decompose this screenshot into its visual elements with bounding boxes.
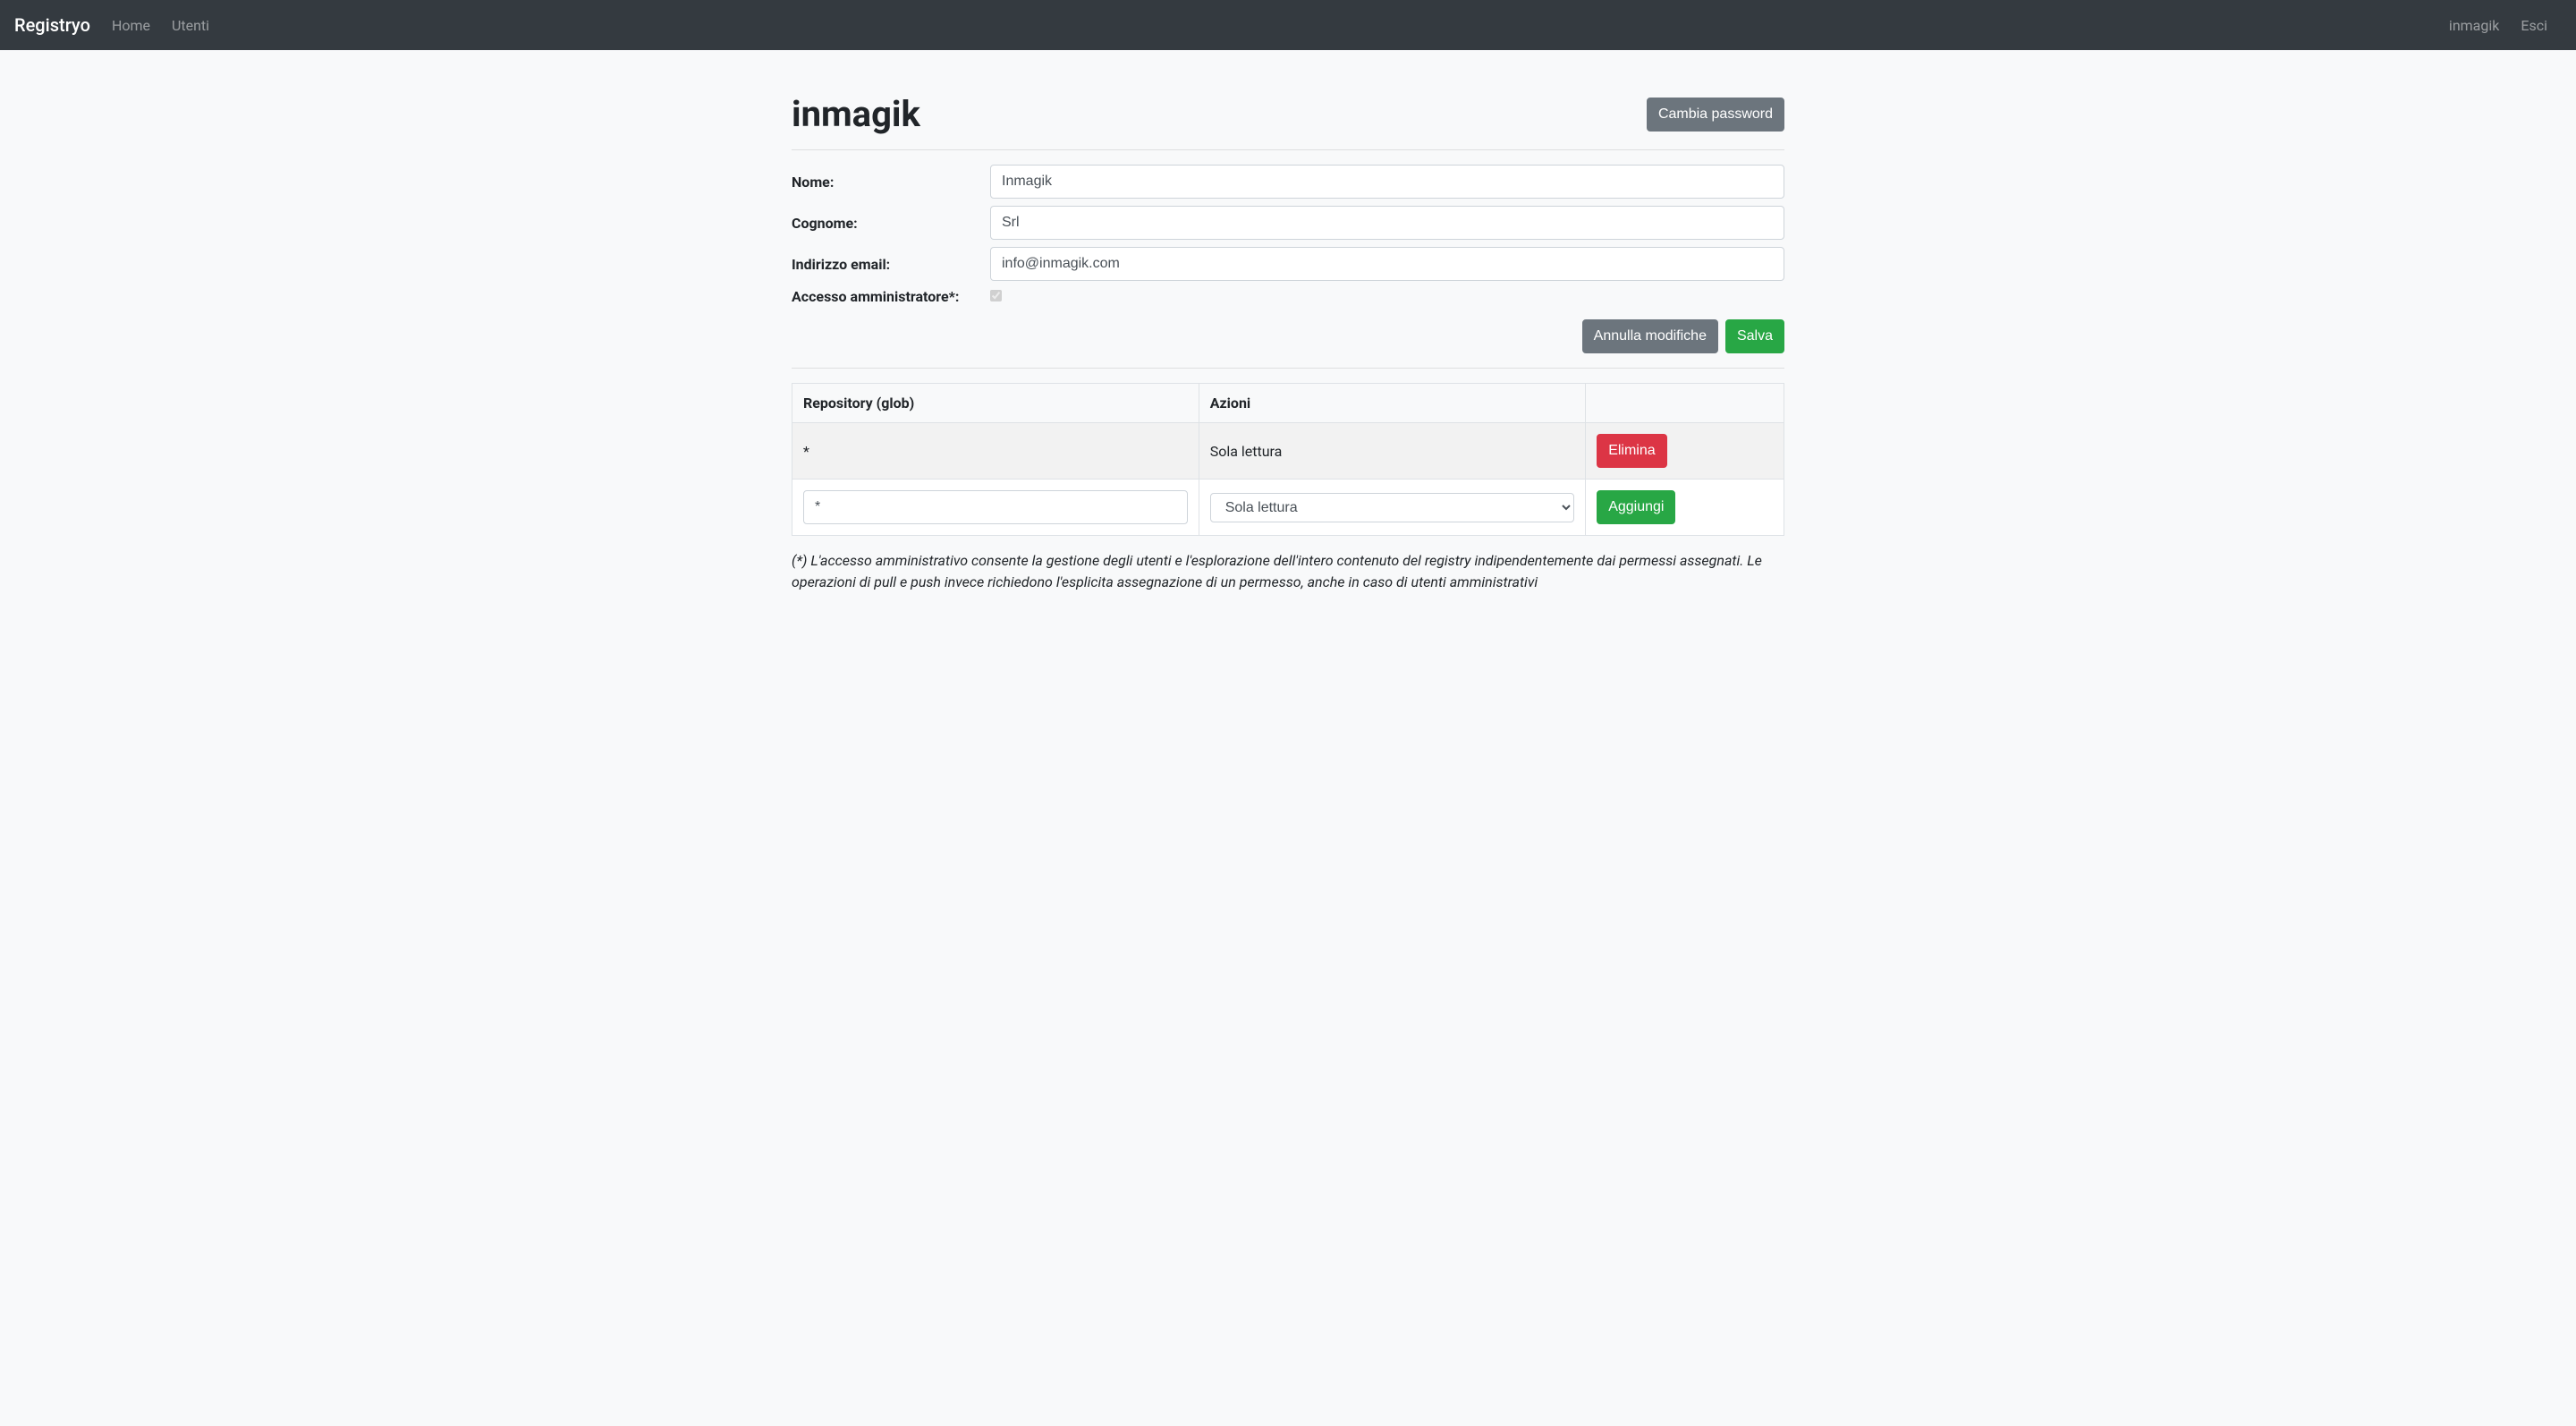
label-name: Nome: xyxy=(792,174,990,191)
label-email: Indirizzo email: xyxy=(792,256,990,273)
cell-action: Sola lettura xyxy=(1199,423,1586,480)
nav-link-home[interactable]: Home xyxy=(105,10,157,41)
change-password-button[interactable]: Cambia password xyxy=(1647,98,1784,132)
form-group-email: Indirizzo email: xyxy=(792,247,1784,281)
form-group-surname: Cognome: xyxy=(792,206,1784,240)
table-header-empty xyxy=(1586,384,1784,423)
table-header-repository: Repository (glob) xyxy=(792,384,1199,423)
divider-top xyxy=(792,149,1784,150)
divider-mid xyxy=(792,368,1784,369)
input-email[interactable] xyxy=(990,247,1784,281)
main-container: inmagik Cambia password Nome: Cognome: I… xyxy=(778,50,1798,593)
checkbox-admin xyxy=(990,290,1002,301)
cell-repository: * xyxy=(792,423,1199,480)
delete-button[interactable]: Elimina xyxy=(1597,434,1666,468)
navbar-brand[interactable]: Registryo xyxy=(14,14,90,36)
form-group-name: Nome: xyxy=(792,165,1784,199)
nav-link-users[interactable]: Utenti xyxy=(165,10,216,41)
label-admin: Accesso amministratore*: xyxy=(792,288,990,305)
form-button-row: Annulla modifiche Salva xyxy=(792,319,1784,353)
header-row: inmagik Cambia password xyxy=(792,93,1784,135)
input-surname[interactable] xyxy=(990,206,1784,240)
footnote: (*) L'accesso amministrativo consente la… xyxy=(792,550,1784,593)
input-new-repository[interactable] xyxy=(803,490,1188,524)
navbar-left: Registryo Home Utenti xyxy=(14,10,224,41)
permissions-table: Repository (glob) Azioni * Sola lettura … xyxy=(792,383,1784,536)
cell-new-action: Sola lettura xyxy=(1199,480,1586,536)
table-new-row: Sola lettura Aggiungi xyxy=(792,480,1784,536)
input-name[interactable] xyxy=(990,165,1784,199)
cancel-button[interactable]: Annulla modifiche xyxy=(1582,319,1718,353)
nav-logout[interactable]: Esci xyxy=(2513,10,2555,41)
form-group-admin: Accesso amministratore*: xyxy=(792,288,1784,305)
nav-username[interactable]: inmagik xyxy=(2442,10,2506,41)
table-header-actions: Azioni xyxy=(1199,384,1586,423)
table-row: * Sola lettura Elimina xyxy=(792,423,1784,480)
select-new-action[interactable]: Sola lettura xyxy=(1210,493,1575,522)
save-button[interactable]: Salva xyxy=(1725,319,1784,353)
add-button[interactable]: Aggiungi xyxy=(1597,490,1675,524)
cell-new-button: Aggiungi xyxy=(1586,480,1784,536)
navbar: Registryo Home Utenti inmagik Esci xyxy=(0,0,2576,50)
cell-new-repository xyxy=(792,480,1199,536)
cell-button: Elimina xyxy=(1586,423,1784,480)
page-title: inmagik xyxy=(792,93,920,135)
navbar-right: inmagik Esci xyxy=(2442,10,2562,41)
label-surname: Cognome: xyxy=(792,215,990,232)
